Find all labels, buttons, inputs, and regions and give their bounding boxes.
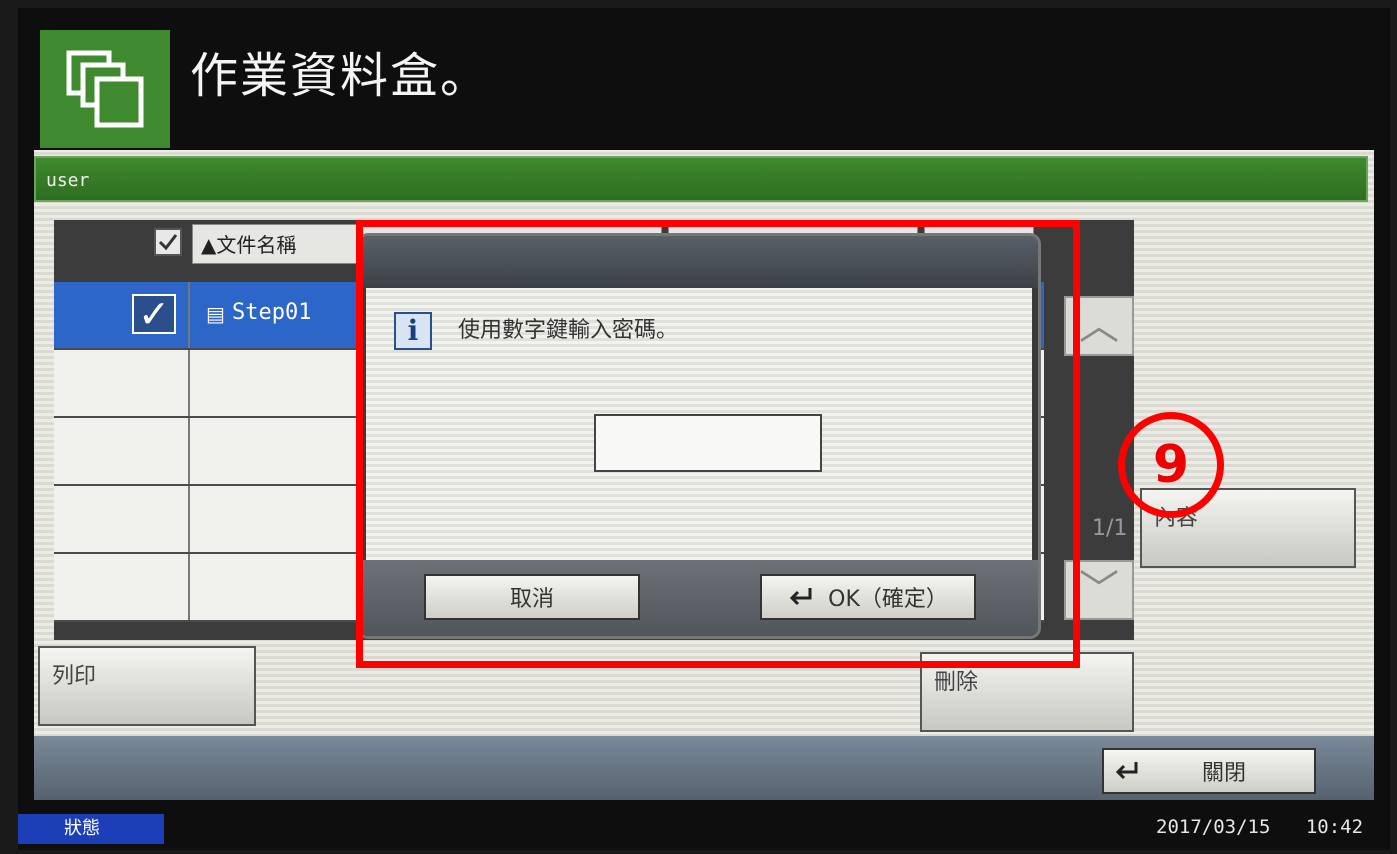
row-divider (188, 350, 190, 416)
close-button[interactable]: 關閉 (1102, 748, 1316, 794)
step-number-badge: 9 (1118, 412, 1224, 518)
bottom-action-bar: 關閉 (34, 736, 1374, 800)
print-button[interactable]: 列印 (38, 646, 256, 726)
enter-arrow-icon (1115, 762, 1138, 780)
row-file-name: Step01 (232, 300, 312, 325)
device-screen: 作業資料盒。 user ▲文件名稱 ✓ ▤ Step01 ︿ 1/1 ﹀ 內容 … (18, 8, 1390, 850)
time-text: 10:42 (1305, 816, 1364, 838)
close-button-label: 關閉 (1202, 761, 1247, 786)
document-box-header-icon (40, 30, 170, 148)
checkmark-icon (158, 234, 178, 251)
chevron-down-icon: ﹀ (1079, 567, 1119, 613)
date-text: 2017/03/15 (1156, 816, 1271, 838)
folder-box-icon (66, 50, 144, 128)
date-time-display: 2017/03/15 10:42 (1156, 816, 1363, 838)
row-checkbox[interactable]: ✓ (132, 294, 176, 334)
page-indicator: 1/1 (1092, 516, 1128, 541)
chevron-up-icon: ︿ (1079, 303, 1119, 349)
row-divider (188, 554, 190, 620)
select-all-checkbox[interactable] (154, 228, 182, 256)
row-divider (188, 282, 190, 348)
box-owner-bar: user (34, 156, 1368, 202)
highlight-box (356, 220, 1080, 668)
document-icon: ▤ (206, 302, 225, 326)
row-divider (188, 418, 190, 484)
page-title: 作業資料盒。 (190, 48, 491, 104)
status-tab[interactable]: 狀態 (18, 814, 164, 844)
row-divider (188, 486, 190, 552)
